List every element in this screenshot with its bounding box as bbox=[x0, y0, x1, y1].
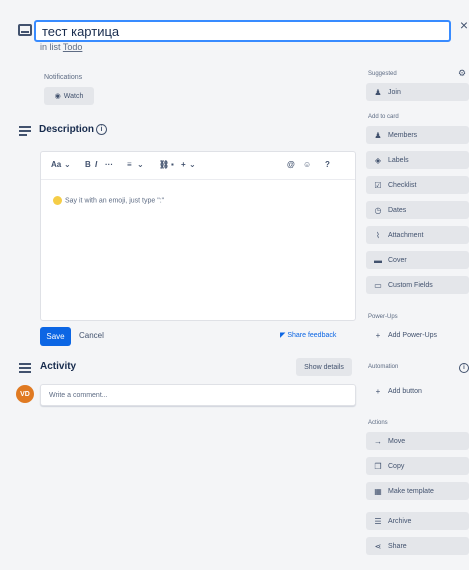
share-feedback-link[interactable]: ◤ Share feedback bbox=[280, 331, 336, 339]
add-power-ups-button[interactable]: + Add Power-Ups bbox=[366, 326, 469, 344]
description-editor[interactable]: Aa ⌄ B I ··· ≡ ⌄ ⛓ ▪ + ⌄ @ ☺ ? Say it wi… bbox=[40, 151, 356, 321]
power-ups-label: Power-Ups bbox=[368, 314, 398, 320]
cover-label: Cover bbox=[388, 256, 407, 264]
automation-label: Automation bbox=[368, 364, 399, 370]
copy-label: Copy bbox=[388, 462, 405, 470]
checklist-label: Checklist bbox=[388, 181, 417, 189]
copy-button[interactable]: ❐ Copy bbox=[366, 457, 469, 475]
paperclip-icon: ⌇ bbox=[376, 230, 380, 240]
tag-icon: ◈ bbox=[374, 155, 382, 165]
editor-placeholder: Say it with an emoji, just type ":" bbox=[53, 196, 164, 205]
move-button[interactable]: → Move bbox=[366, 432, 469, 450]
image-icon: ▬ bbox=[374, 255, 382, 265]
archive-button[interactable]: ☰ Archive bbox=[366, 512, 469, 530]
person-icon: ♟ bbox=[374, 130, 382, 140]
make-template-button[interactable]: ▦ Make template bbox=[366, 482, 469, 500]
labels-button[interactable]: ◈ Labels bbox=[366, 151, 469, 169]
share-icon: ⋖ bbox=[374, 541, 382, 551]
add-power-ups-label: Add Power-Ups bbox=[388, 331, 438, 339]
activity-icon bbox=[19, 363, 31, 373]
list-button[interactable]: ≡ bbox=[127, 160, 132, 169]
chevron-down-icon[interactable]: ⌄ bbox=[64, 160, 71, 169]
close-icon[interactable]: × bbox=[458, 17, 469, 33]
members-button[interactable]: ♟ Members bbox=[366, 126, 469, 144]
attachment-button[interactable]: ⌇ Attachment bbox=[366, 226, 469, 244]
bold-button[interactable]: B bbox=[85, 160, 91, 169]
copy-icon: ❐ bbox=[374, 461, 382, 471]
share-button[interactable]: ⋖ Share bbox=[366, 537, 469, 555]
archive-label: Archive bbox=[388, 517, 412, 525]
info-icon[interactable]: i bbox=[459, 363, 469, 373]
arrow-right-icon: → bbox=[374, 436, 382, 446]
avatar[interactable]: VD bbox=[16, 385, 34, 403]
info-icon[interactable]: i bbox=[96, 124, 107, 135]
custom-fields-icon: ▭ bbox=[374, 280, 382, 290]
description-icon bbox=[19, 126, 31, 136]
add-to-card-label: Add to card bbox=[368, 114, 399, 120]
description-heading: Description bbox=[39, 124, 95, 135]
attachment-label: Attachment bbox=[388, 231, 424, 239]
join-label: Join bbox=[388, 88, 401, 96]
template-icon: ▦ bbox=[374, 486, 382, 496]
chevron-down-icon[interactable]: ⌄ bbox=[137, 160, 144, 169]
activity-heading: Activity bbox=[40, 361, 77, 372]
help-button[interactable]: ? bbox=[325, 160, 330, 169]
image-button[interactable]: ▪ bbox=[171, 160, 174, 169]
watch-button[interactable]: ◉ Watch bbox=[44, 87, 94, 105]
dates-label: Dates bbox=[388, 206, 407, 214]
card-icon bbox=[18, 24, 32, 36]
editor-placeholder-text: Say it with an emoji, just type ":" bbox=[65, 197, 165, 205]
list-link[interactable]: Todo bbox=[63, 42, 83, 52]
add-button-button[interactable]: + Add button bbox=[366, 382, 469, 400]
custom-fields-label: Custom Fields bbox=[388, 281, 433, 289]
insert-button[interactable]: + bbox=[181, 160, 186, 169]
chevron-down-icon[interactable]: ⌄ bbox=[189, 160, 196, 169]
more-formatting-button[interactable]: ··· bbox=[105, 160, 113, 169]
eye-icon: ◉ bbox=[54, 93, 61, 100]
plus-icon: + bbox=[375, 330, 381, 340]
share-feedback-label: Share feedback bbox=[287, 332, 337, 339]
checklist-button[interactable]: ☑ Checklist bbox=[366, 176, 469, 194]
cover-button[interactable]: ▬ Cover bbox=[366, 251, 469, 269]
join-button[interactable]: ♟ Join bbox=[366, 83, 469, 101]
suggested-label: Suggested bbox=[368, 71, 397, 77]
save-button[interactable]: Save bbox=[40, 327, 71, 346]
link-button[interactable]: ⛓ bbox=[159, 160, 169, 169]
watch-label: Watch bbox=[63, 92, 84, 100]
comment-input[interactable]: Write a comment... bbox=[40, 384, 356, 406]
move-label: Move bbox=[388, 437, 406, 445]
share-label: Share bbox=[388, 542, 407, 550]
emoji-picker-button[interactable]: ☺ bbox=[303, 160, 311, 169]
clock-icon: ◷ bbox=[374, 205, 382, 215]
person-icon: ♟ bbox=[374, 87, 382, 97]
cancel-button[interactable]: Cancel bbox=[79, 331, 104, 340]
list-prefix: in list bbox=[40, 42, 61, 52]
list-reference: in list Todo bbox=[40, 42, 82, 52]
gear-icon[interactable]: ⚙ bbox=[458, 68, 466, 79]
make-template-label: Make template bbox=[388, 487, 434, 495]
labels-label: Labels bbox=[388, 156, 409, 164]
plus-icon: + bbox=[375, 386, 381, 396]
actions-label: Actions bbox=[368, 420, 388, 426]
emoji-icon bbox=[53, 196, 62, 205]
text-style-button[interactable]: Aa bbox=[51, 160, 61, 169]
card-title-input[interactable] bbox=[34, 20, 451, 42]
dates-button[interactable]: ◷ Dates bbox=[366, 201, 469, 219]
checklist-icon: ☑ bbox=[374, 180, 382, 190]
add-button-label: Add button bbox=[388, 387, 422, 395]
members-label: Members bbox=[388, 131, 418, 139]
archive-icon: ☰ bbox=[374, 516, 382, 526]
italic-button[interactable]: I bbox=[95, 160, 97, 169]
custom-fields-button[interactable]: ▭ Custom Fields bbox=[366, 276, 469, 294]
mention-button[interactable]: @ bbox=[287, 160, 295, 169]
show-details-button[interactable]: Show details bbox=[296, 358, 352, 376]
editor-toolbar: Aa ⌄ B I ··· ≡ ⌄ ⛓ ▪ + ⌄ @ ☺ ? bbox=[41, 152, 355, 180]
notifications-label: Notifications bbox=[44, 74, 83, 81]
